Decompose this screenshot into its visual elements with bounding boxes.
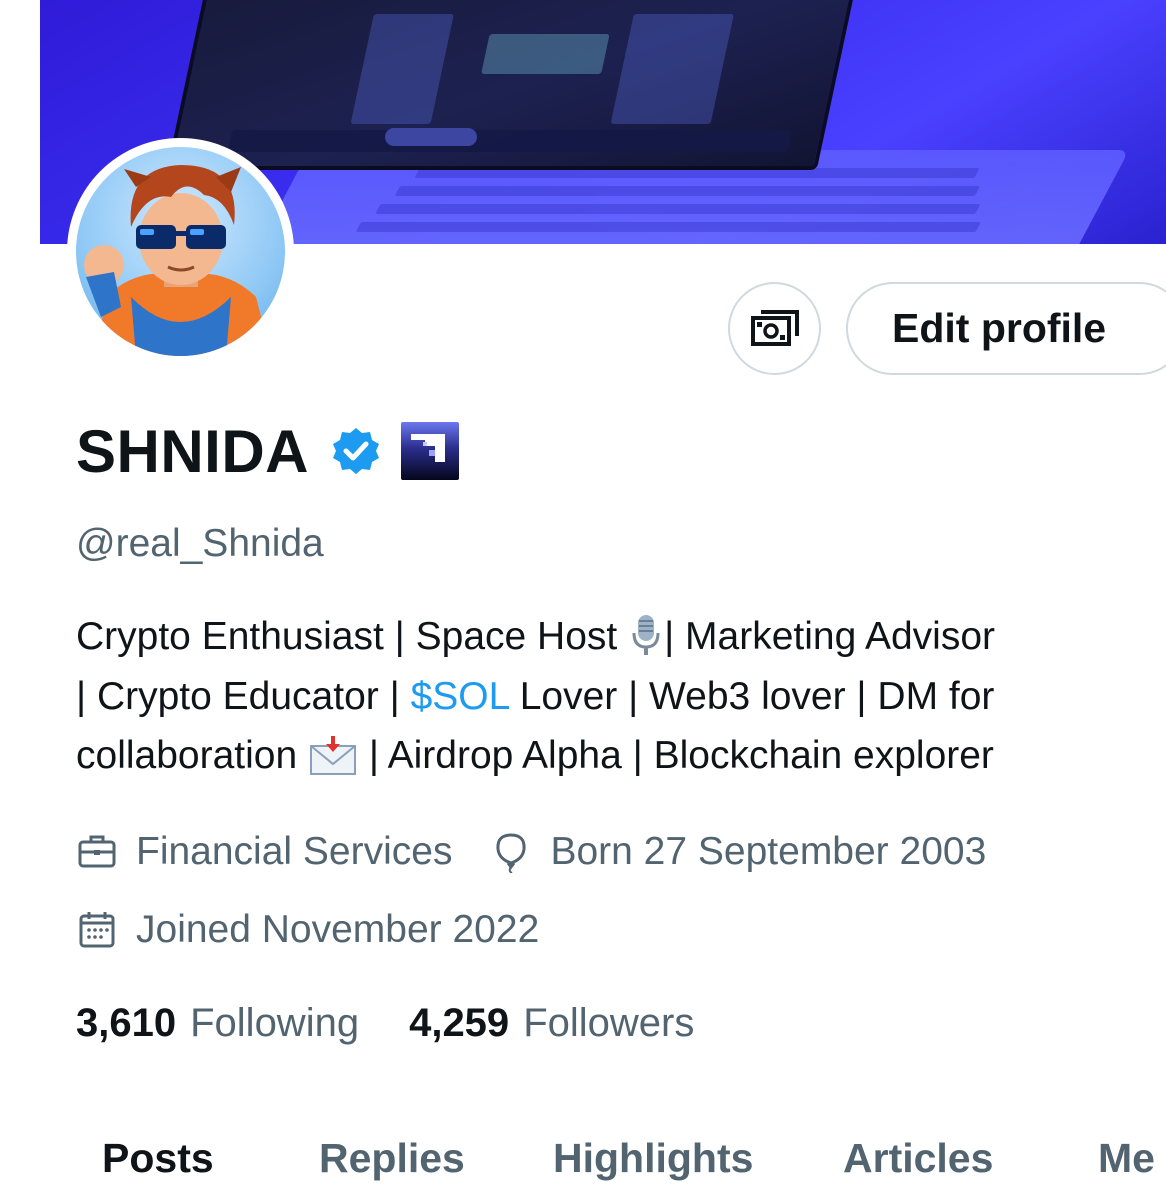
birthday-label: Born 27 September 2003 <box>550 830 987 873</box>
bio-line-1: Crypto Enthusiast | Space Host | Marketi… <box>76 607 1166 667</box>
bio-line-3: collaboration | Airdrop Alpha | Blockcha… <box>76 726 1166 786</box>
avatar-image <box>76 147 285 356</box>
envelope-arrow-icon <box>308 734 358 775</box>
profile-avatar[interactable] <box>67 138 294 365</box>
followers-link[interactable]: 4,259 Followers <box>409 1001 694 1046</box>
profile-joined-row: Joined November 2022 <box>76 900 539 960</box>
balloon-icon <box>496 833 526 873</box>
follow-stats: 3,610 Following 4,259 Followers <box>76 995 694 1051</box>
profile-tabs: Posts Replies Highlights Articles Me <box>0 1125 1166 1200</box>
tab-posts[interactable]: Posts <box>102 1135 214 1182</box>
cashtag-link[interactable]: $SOL <box>411 675 509 718</box>
profile-category: Financial Services <box>76 830 452 874</box>
followers-label: Followers <box>523 1000 695 1045</box>
bio-text: | Airdrop Alpha | Blockchain explorer <box>357 734 994 777</box>
tab-media[interactable]: Me <box>1098 1135 1155 1182</box>
bio-line-2: | Crypto Educator | $SOL Lover | Web3 lo… <box>76 667 1166 727</box>
banner-search-graphic <box>385 128 477 146</box>
bio-text: | Crypto Educator | <box>76 674 411 718</box>
bio-text: Lover | Web3 lover | DM for <box>508 674 995 718</box>
category-label[interactable]: Financial Services <box>136 830 452 874</box>
briefcase-icon <box>78 835 116 868</box>
display-name: SHNIDA <box>76 417 310 485</box>
following-label: Following <box>190 1000 360 1045</box>
joined-label: Joined November 2022 <box>136 908 540 951</box>
profile-birthday: Born 27 September 2003 <box>490 830 986 874</box>
following-link[interactable]: 3,610 Following <box>76 1001 359 1046</box>
calendar-icon <box>79 912 115 948</box>
tab-articles[interactable]: Articles <box>843 1135 993 1182</box>
tab-highlights[interactable]: Highlights <box>553 1135 753 1182</box>
money-icon <box>750 309 799 346</box>
following-count: 3,610 <box>76 1000 177 1045</box>
name-row: SHNIDA <box>76 415 460 487</box>
tab-replies[interactable]: Replies <box>319 1135 465 1182</box>
followers-count: 4,259 <box>409 1000 510 1045</box>
bio-text: | Marketing Advisor <box>664 615 995 658</box>
microphone-icon <box>628 613 664 657</box>
bio-text: collaboration <box>76 734 308 777</box>
monetization-button[interactable] <box>728 282 821 375</box>
banner-taskbar-graphic <box>227 130 793 152</box>
bio-text: Crypto Enthusiast | Space Host <box>76 615 629 658</box>
verified-badge-icon[interactable] <box>331 426 381 476</box>
edit-profile-button[interactable]: Edit profile <box>846 282 1166 375</box>
affiliate-badge-icon[interactable] <box>401 422 460 480</box>
profile-bio: Crypto Enthusiast | Space Host | Marketi… <box>76 607 1166 786</box>
profile-handle: @real_Shnida <box>76 522 324 565</box>
profile-meta-row: Financial Services Born 27 September 200… <box>76 822 986 882</box>
profile-joined: Joined November 2022 <box>76 908 539 952</box>
